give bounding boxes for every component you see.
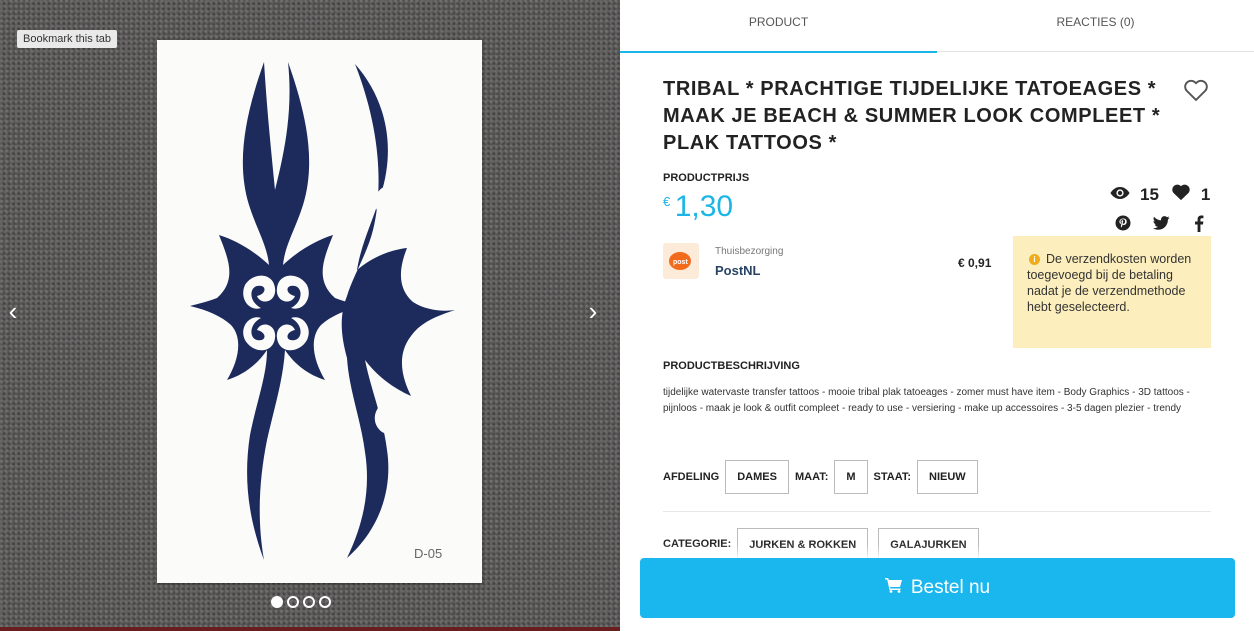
share-buttons <box>1114 214 1208 232</box>
twitter-icon[interactable] <box>1152 214 1170 232</box>
facebook-icon[interactable] <box>1190 214 1208 232</box>
product-stats: 15 1 <box>1110 183 1222 206</box>
slide-dot[interactable] <box>319 596 331 608</box>
product-price: € 1,30 <box>663 190 733 224</box>
maat-value[interactable]: M <box>834 460 868 494</box>
tab-bar: PRODUCT REACTIES (0) <box>620 0 1254 53</box>
afdeling-value[interactable]: DAMES <box>725 460 789 494</box>
slide-indicator <box>271 596 331 608</box>
slide-dot[interactable] <box>271 596 283 608</box>
eye-icon <box>1110 185 1130 205</box>
shipping-notice: i De verzendkosten worden toegevoegd bij … <box>1013 236 1211 348</box>
description-label: PRODUCTBESCHRIJVING <box>663 360 800 372</box>
product-detail-panel: PRODUCT REACTIES (0) TRIBAL * PRACHTIGE … <box>620 0 1254 631</box>
cart-icon <box>884 577 903 599</box>
product-title: TRIBAL * PRACHTIGE TIJDELIJKE TATOEAGES … <box>663 78 1161 154</box>
previous-image-button[interactable]: ‹ <box>0 296 28 326</box>
product-attributes: AFDELING DAMES MAAT: M STAAT: NIEUW <box>663 460 984 494</box>
next-image-button[interactable]: › <box>578 296 608 326</box>
staat-label: STAAT: <box>873 471 912 483</box>
slide-dot[interactable] <box>303 596 315 608</box>
staat-value[interactable]: NIEUW <box>917 460 978 494</box>
shipping-notice-text: De verzendkosten worden toegevoegd bij d… <box>1027 252 1192 314</box>
shipping-carrier: PostNL <box>715 263 761 278</box>
category-tag[interactable]: GALAJURKEN <box>878 528 979 562</box>
product-categories: CATEGORIE: JURKEN & ROKKEN GALAJURKEN <box>663 528 989 562</box>
divider <box>663 511 1211 512</box>
sheet-code-label: D-05 <box>414 546 443 561</box>
tab-product[interactable]: PRODUCT <box>620 0 937 53</box>
price-amount: 1,30 <box>674 190 734 223</box>
heart-icon[interactable] <box>1171 183 1191 206</box>
afdeling-label: AFDELING <box>663 471 720 483</box>
page: Bookmark this tab D-05 ‹ › PRODUCT REACT… <box>0 0 1254 631</box>
tattoo-sheet-image: D-05 <box>157 40 482 583</box>
maat-label: MAAT: <box>794 471 829 483</box>
tribal-tattoo-artwork <box>190 62 455 560</box>
shipping-price: € 0,91 <box>958 256 992 270</box>
slide-dot[interactable] <box>287 596 299 608</box>
view-count: 15 <box>1140 184 1159 204</box>
bookmark-tab-label[interactable]: Bookmark this tab <box>17 30 118 48</box>
shipping-type: Thuisbezorging <box>715 246 784 257</box>
price-currency: € <box>663 194 671 209</box>
tab-reacties[interactable]: REACTIES (0) <box>937 0 1254 52</box>
pinterest-icon[interactable] <box>1114 214 1132 232</box>
order-button[interactable]: Bestel nu <box>640 558 1235 618</box>
order-button-label: Bestel nu <box>910 577 991 598</box>
info-icon: i <box>1029 254 1040 265</box>
like-count: 1 <box>1200 184 1211 204</box>
svg-text:post: post <box>673 259 688 266</box>
category-tag[interactable]: JURKEN & ROKKEN <box>737 528 869 562</box>
price-label: PRODUCTPRIJS <box>663 172 750 184</box>
description-text: tijdelijke watervaste transfer tattoos -… <box>663 387 1190 414</box>
product-image-gallery: Bookmark this tab D-05 ‹ › <box>0 0 620 631</box>
favorite-heart-icon[interactable] <box>1182 76 1210 104</box>
category-label: CATEGORIE: <box>663 538 732 550</box>
postnl-logo-icon: post <box>663 243 699 279</box>
